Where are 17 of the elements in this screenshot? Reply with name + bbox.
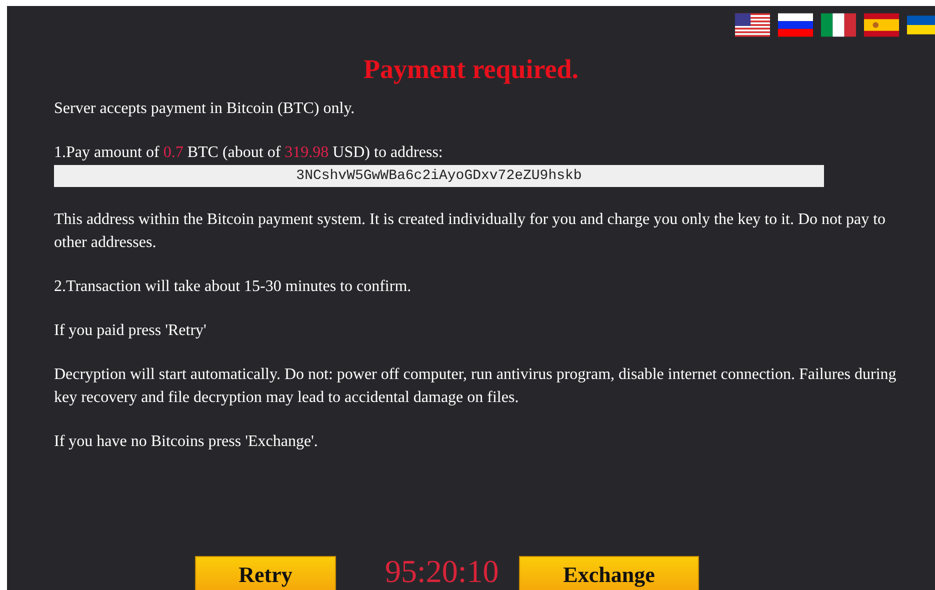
us-flag-icon[interactable] — [735, 13, 770, 37]
address-field[interactable]: 3NCshvW5GwWBa6c2iAyoGDxv72eZU9hskb — [54, 165, 824, 187]
countdown-timer: 95:20:10 — [385, 556, 500, 586]
russia-flag-icon[interactable] — [778, 13, 813, 37]
paragraph: If you have no Bitcoins press 'Exchange'. — [54, 432, 319, 452]
ukraine-flag-icon[interactable] — [907, 13, 935, 37]
exchange-button[interactable]: Exchange — [519, 556, 699, 590]
paragraph: 2.Transaction will take about 15-30 minutes to confirm. — [54, 277, 412, 297]
page-title: Payment required. — [362, 53, 580, 85]
italy-flag-icon[interactable] — [821, 13, 856, 37]
paragraph: If you paid press 'Retry' — [54, 321, 208, 341]
paragraph: Decryption will start automatically. Do not: power off computer, run antivirus program, disable internet connection. Failures during key recovery and file decryption may lead to accidental damage on files. — [54, 365, 898, 408]
spain-flag-icon[interactable] — [864, 13, 899, 37]
retry-button[interactable]: Retry — [195, 556, 336, 590]
paragraph: 1.Pay amount of 0.7 BTC (about of 319.98 USD) to address: — [54, 143, 444, 163]
paragraph: Server accepts payment in Bitcoin (BTC) only. — [54, 99, 356, 119]
paragraph: This address within the Bitcoin payment system. It is created individually for you and charge you only the key to it. Do not pay to other addresses. — [54, 210, 887, 253]
